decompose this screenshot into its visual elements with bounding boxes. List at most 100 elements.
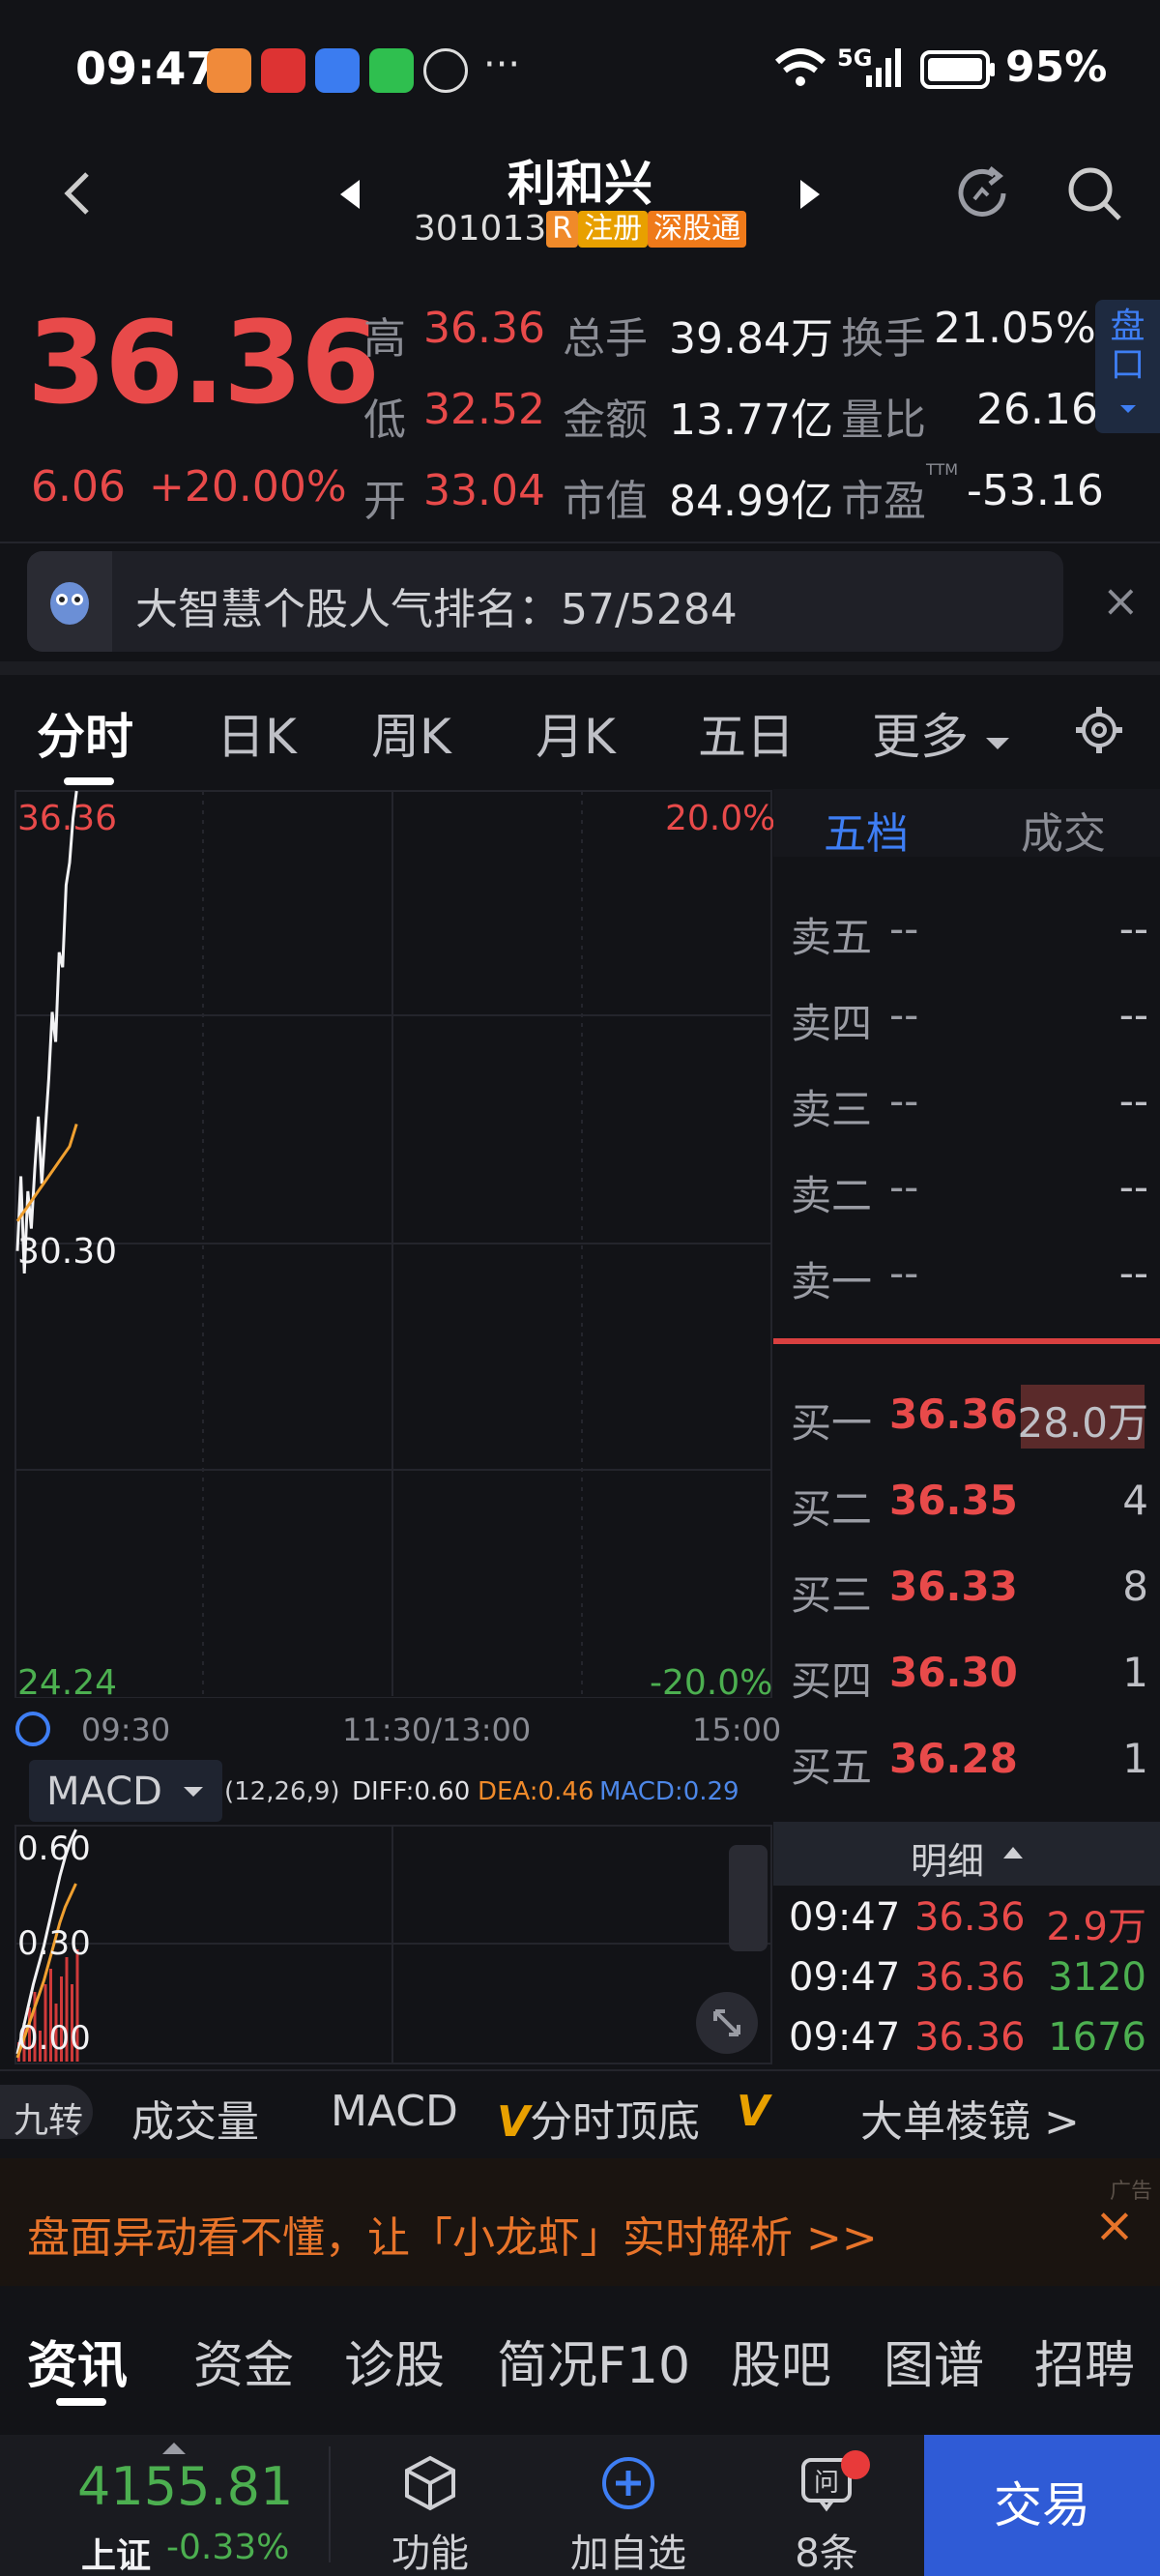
- amount-value: 13.77亿: [669, 395, 833, 445]
- x-axis-open: 09:30: [81, 1712, 171, 1748]
- y-axis-max: 36.36: [17, 799, 118, 838]
- v-icon: V: [497, 2097, 531, 2147]
- market-cap-value: 84.99亿: [669, 477, 833, 526]
- macd-chart: [14, 1825, 772, 2064]
- tab-recruit[interactable]: 招聘: [1034, 2325, 1135, 2397]
- tab-top-bottom[interactable]: V分时顶底: [497, 2087, 700, 2149]
- ask-level-volume: --: [1118, 1163, 1148, 1211]
- ask-level-row[interactable]: 卖五 -- --: [773, 897, 1160, 965]
- bid-level-label: 买一: [791, 1399, 873, 1447]
- bid-level-row[interactable]: 买二 36.35 4: [773, 1469, 1160, 1537]
- ttm-mark: TTM: [926, 460, 959, 479]
- stock-header: 利和兴 301013 R 注册 深股通: [0, 145, 1160, 290]
- add-watchlist-button[interactable]: 加自选: [541, 2435, 715, 2576]
- battery-level: 95%: [1005, 43, 1108, 92]
- y-axis-mid: 30.30: [17, 1232, 118, 1272]
- ask-level-price: --: [889, 1249, 919, 1297]
- tab-macd[interactable]: MACD: [331, 2087, 458, 2136]
- ask-level-price: --: [889, 1163, 919, 1211]
- tab-trades[interactable]: 成交: [1021, 799, 1106, 861]
- tab-graph[interactable]: 图谱: [884, 2325, 984, 2397]
- tab-more-label: 更多: [872, 709, 969, 765]
- bid-level-row[interactable]: 买三 36.33 8: [773, 1555, 1160, 1623]
- macd-y-min: 0.00: [17, 2019, 91, 2058]
- average-price-line: [15, 1123, 78, 1222]
- turnover-value: 21.05%: [934, 304, 1096, 353]
- messages-button[interactable]: 问 8条: [744, 2435, 909, 2576]
- index-name: 上证: [81, 2536, 152, 2576]
- ask-level-row[interactable]: 卖四 -- --: [773, 983, 1160, 1051]
- ask-level-row[interactable]: 卖三 -- --: [773, 1069, 1160, 1137]
- trade-price: 36.36: [914, 1895, 1026, 1940]
- registration-tag: 注册: [578, 211, 649, 248]
- pct-axis-min: -20.0%: [650, 1663, 773, 1703]
- ad-close-button[interactable]: ×: [1094, 2197, 1135, 2253]
- bid-level-row[interactable]: 买一 36.36 28.0万: [773, 1383, 1160, 1450]
- open-value: 33.04: [423, 466, 545, 515]
- active-tab-indicator: [64, 777, 114, 785]
- tab-monthly-k[interactable]: 月K: [536, 698, 616, 768]
- tab-f10[interactable]: 简况F10: [497, 2325, 690, 2397]
- tab-daily-k[interactable]: 日K: [217, 698, 297, 768]
- price-change-pct: +20.00%: [149, 462, 347, 512]
- macd-dea: DEA:0.46: [478, 1777, 594, 1806]
- bid-level-label: 买二: [791, 1485, 873, 1533]
- index-widget[interactable]: 4155.81 上证 -0.33%: [0, 2435, 329, 2576]
- tab-five-day[interactable]: 五日: [698, 698, 795, 768]
- nine-turn-tab[interactable]: 九转: [0, 2085, 93, 2141]
- indicator-selector[interactable]: MACD: [29, 1760, 222, 1822]
- registration-tag: R: [546, 211, 579, 248]
- triangle-down-icon: [985, 738, 1009, 749]
- ask-level-row[interactable]: 卖二 -- --: [773, 1156, 1160, 1223]
- ad-text: 盘面异动看不懂，让「小龙虾」实时解析 >>: [27, 2213, 878, 2263]
- trade-volume: 2.9万: [1046, 1905, 1146, 1949]
- tab-five-levels[interactable]: 五档: [824, 799, 909, 861]
- intraday-chart[interactable]: [14, 789, 773, 1698]
- trade-price: 36.36: [914, 1955, 1026, 2000]
- expand-icon[interactable]: [696, 1992, 758, 2054]
- ask-level-volume: --: [1118, 991, 1148, 1039]
- collapse-handle-icon[interactable]: [729, 1845, 768, 1951]
- settings-icon[interactable]: [1073, 704, 1125, 760]
- bid-level-volume: 8: [1122, 1563, 1148, 1610]
- tab-news[interactable]: 资讯: [27, 2325, 128, 2397]
- refresh-icon[interactable]: [951, 162, 1013, 228]
- bid-level-price: 36.33: [889, 1563, 1018, 1610]
- order-panel-toggle[interactable]: 盘口: [1095, 300, 1160, 433]
- detail-header[interactable]: 明细: [773, 1822, 1160, 1886]
- owl-icon: [27, 551, 112, 652]
- active-tab-indicator: [56, 2398, 106, 2406]
- tab-funds[interactable]: 资金: [193, 2325, 294, 2397]
- function-button[interactable]: 功能: [348, 2435, 512, 2576]
- bid-level-row[interactable]: 买五 36.28 1: [773, 1727, 1160, 1795]
- ask-level-volume: --: [1118, 905, 1148, 952]
- macd-y-max: 0.60: [17, 1830, 91, 1868]
- ask-level-volume: --: [1118, 1249, 1148, 1297]
- nine-turn-label: 九转: [14, 2101, 84, 2141]
- macd-value: MACD:0.29: [599, 1777, 740, 1806]
- search-icon[interactable]: [1065, 164, 1123, 226]
- trade-time: 09:47: [789, 2015, 901, 2060]
- trade-price: 36.36: [914, 2015, 1026, 2060]
- tab-forum[interactable]: 股吧: [731, 2325, 831, 2397]
- chart-grid: [14, 790, 772, 1698]
- triangle-down-icon: [1119, 405, 1136, 413]
- tab-volume[interactable]: 成交量: [131, 2087, 259, 2149]
- banner-close-button[interactable]: ×: [1102, 574, 1140, 627]
- pe-label: 市盈: [841, 477, 926, 526]
- app-notification-icon: [315, 48, 360, 93]
- tab-more[interactable]: 更多: [872, 698, 1011, 768]
- index-value: 4155.81: [77, 2456, 294, 2517]
- bid-level-row[interactable]: 买四 36.30 1: [773, 1641, 1160, 1709]
- next-stock-button[interactable]: [797, 178, 824, 215]
- bid-level-label: 买四: [791, 1657, 873, 1705]
- tab-diagnosis[interactable]: 诊股: [344, 2325, 445, 2397]
- ask-level-row[interactable]: 卖一 -- --: [773, 1242, 1160, 1309]
- trade-button[interactable]: 交易: [924, 2435, 1160, 2576]
- tab-weekly-k[interactable]: 周K: [371, 698, 451, 768]
- battery-icon: [920, 50, 998, 93]
- big-order-prism-link[interactable]: 大单棱镜 >: [860, 2087, 1080, 2149]
- tab-intraday[interactable]: 分时: [37, 698, 133, 768]
- crosshair-toggle-icon[interactable]: [15, 1712, 50, 1746]
- ask-level-label: 卖一: [791, 1258, 873, 1305]
